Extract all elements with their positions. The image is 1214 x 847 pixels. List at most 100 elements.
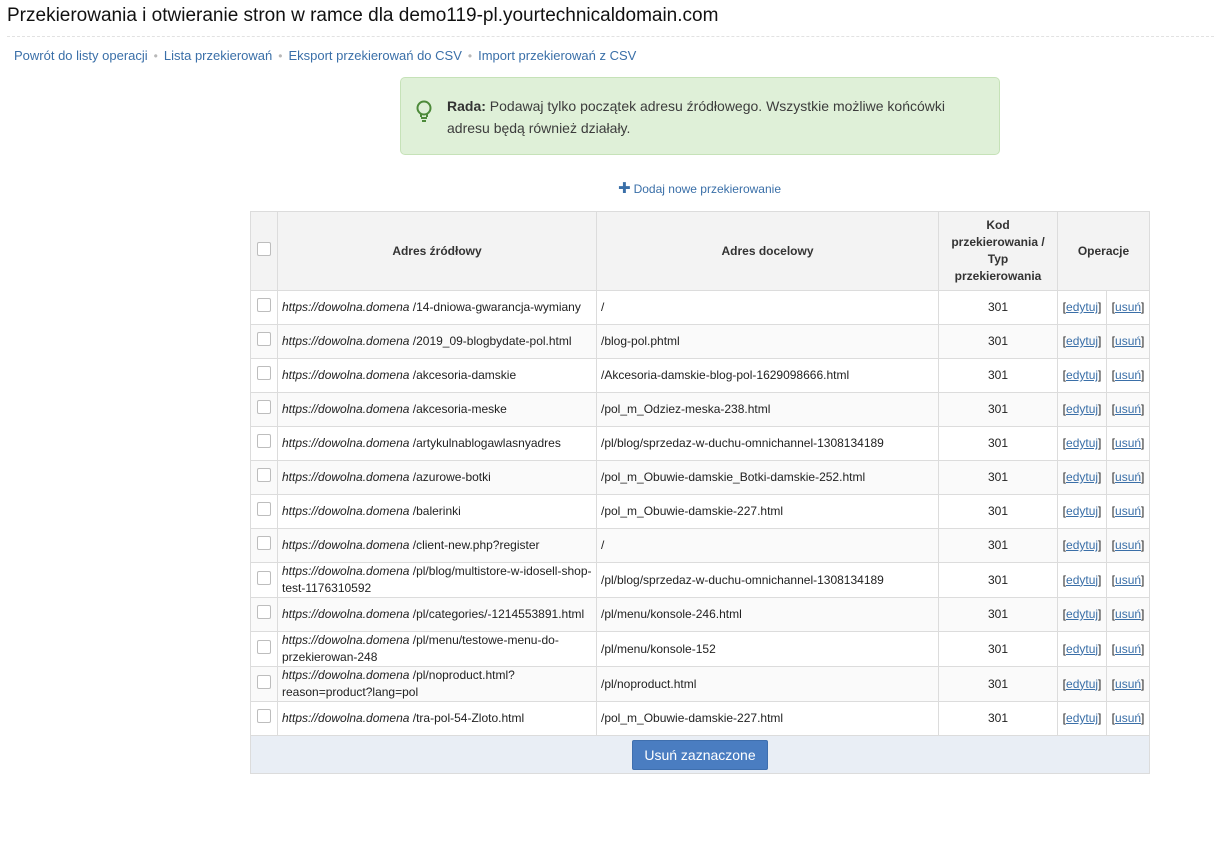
lightbulb-icon [415,100,433,130]
row-checkbox[interactable] [257,570,271,585]
redirects-list-link[interactable]: Lista przekierowań [164,48,272,63]
edit-cell: [edytuj] [1056,631,1108,667]
edit-cell: [edytuj] [1056,324,1108,359]
edit-link[interactable]: edytuj [1066,436,1098,450]
row-checkbox[interactable] [257,674,271,689]
delete-link[interactable]: usuń [1115,642,1141,656]
table-footer-cell: Usuń zaznaczone [250,735,1150,774]
source-cell: https://dowolna.domena /pl/categories/-1… [277,597,597,632]
edit-link[interactable]: edytuj [1066,402,1098,416]
delete-link[interactable]: usuń [1115,607,1141,621]
select-all-checkbox[interactable] [257,241,271,256]
delete-link[interactable]: usuń [1115,436,1141,450]
edit-link[interactable]: edytuj [1066,368,1098,382]
code-header-line: przekierowania [954,269,1042,283]
delete-cell: [usuń] [1106,460,1150,495]
target-cell: /blog-pol.phtml [596,324,939,359]
delete-cell: [usuń] [1106,392,1150,427]
row-checkbox[interactable] [257,536,271,550]
row-checkbox[interactable] [257,639,271,654]
source-path: /balerinki [409,504,461,518]
edit-link[interactable]: edytuj [1066,504,1098,518]
add-redirect-link[interactable]: ✚ Dodaj nowe przekierowanie [618,179,781,197]
title-divider [7,36,1214,37]
table-row: https://dowolna.domena /pl/menu/testowe-… [250,631,1150,667]
delete-link[interactable]: usuń [1115,538,1141,552]
source-path: /akcesoria-damskie [409,368,517,382]
edit-link[interactable]: edytuj [1066,607,1098,621]
row-checkbox[interactable] [257,468,271,482]
target-cell: /pl/menu/konsole-246.html [596,597,939,632]
row-checkbox[interactable] [257,709,271,723]
edit-link[interactable]: edytuj [1066,573,1098,587]
row-checkbox[interactable] [257,434,271,448]
import-csv-link[interactable]: Import przekierowań z CSV [478,48,636,63]
domain-prefix: https://dowolna.domena [282,711,410,725]
delete-link[interactable]: usuń [1115,504,1141,518]
code-cell: 301 [938,290,1058,325]
table-row: https://dowolna.domena /balerinki/pol_m_… [250,494,1150,529]
table-row: https://dowolna.domena /artykulnablogawl… [250,426,1150,461]
edit-cell: [edytuj] [1056,597,1108,632]
table-row: https://dowolna.domena /14-dniowa-gwaran… [250,290,1150,325]
row-checkbox-cell [250,528,278,563]
delete-link[interactable]: usuń [1115,402,1141,416]
code-header-line: Typ [987,252,1009,266]
row-checkbox-cell [250,494,278,529]
domain-prefix: https://dowolna.domena [282,504,410,518]
delete-link[interactable]: usuń [1115,300,1141,314]
page-title: Przekierowania i otwieranie stron w ramc… [7,5,719,26]
row-checkbox[interactable] [257,502,271,516]
row-checkbox[interactable] [257,400,271,414]
row-checkbox-cell [250,460,278,495]
table-row: https://dowolna.domena /pl/noproduct.htm… [250,666,1150,702]
row-checkbox-cell [250,562,278,598]
table-row: https://dowolna.domena /akcesoria-damski… [250,358,1150,393]
delete-cell: [usuń] [1106,358,1150,393]
edit-cell: [edytuj] [1056,358,1108,393]
back-to-operations-link[interactable]: Powrót do listy operacji [14,48,148,63]
delete-cell: [usuń] [1106,426,1150,461]
row-checkbox-cell [250,701,278,736]
table-row: https://dowolna.domena /tra-pol-54-Zloto… [250,701,1150,736]
code-cell: 301 [938,392,1058,427]
code-cell: 301 [938,358,1058,393]
edit-link[interactable]: edytuj [1066,677,1098,691]
source-cell: https://dowolna.domena /akcesoria-meske [277,392,597,427]
source-path: /pl/categories/-1214553891.html [409,607,585,621]
delete-link[interactable]: usuń [1115,573,1141,587]
delete-cell: [usuń] [1106,562,1150,598]
row-checkbox[interactable] [257,605,271,619]
edit-cell: [edytuj] [1056,562,1108,598]
edit-cell: [edytuj] [1056,460,1108,495]
delete-cell: [usuń] [1106,701,1150,736]
domain-prefix: https://dowolna.domena [282,633,410,647]
delete-link[interactable]: usuń [1115,711,1141,725]
code-column-header: Kod przekierowania / Typ przekierowania [938,211,1058,291]
edit-link[interactable]: edytuj [1066,300,1098,314]
code-cell: 301 [938,631,1058,667]
code-cell: 301 [938,324,1058,359]
row-checkbox-cell [250,597,278,632]
edit-link[interactable]: edytuj [1066,711,1098,725]
edit-link[interactable]: edytuj [1066,538,1098,552]
edit-link[interactable]: edytuj [1066,334,1098,348]
code-cell: 301 [938,597,1058,632]
export-csv-link[interactable]: Eksport przekierowań do CSV [288,48,461,63]
row-checkbox[interactable] [257,366,271,380]
source-cell: https://dowolna.domena /client-new.php?r… [277,528,597,563]
delete-link[interactable]: usuń [1115,470,1141,484]
delete-cell: [usuń] [1106,494,1150,529]
edit-link[interactable]: edytuj [1066,642,1098,656]
delete-cell: [usuń] [1106,597,1150,632]
delete-selected-button[interactable]: Usuń zaznaczone [632,739,768,770]
row-checkbox[interactable] [257,332,271,346]
row-checkbox[interactable] [257,298,271,312]
delete-link[interactable]: usuń [1115,334,1141,348]
edit-link[interactable]: edytuj [1066,470,1098,484]
table-row: https://dowolna.domena /2019_09-blogbyda… [250,324,1150,359]
code-cell: 301 [938,562,1058,598]
delete-link[interactable]: usuń [1115,368,1141,382]
delete-link[interactable]: usuń [1115,677,1141,691]
source-column-header: Adres źródłowy [277,211,597,291]
